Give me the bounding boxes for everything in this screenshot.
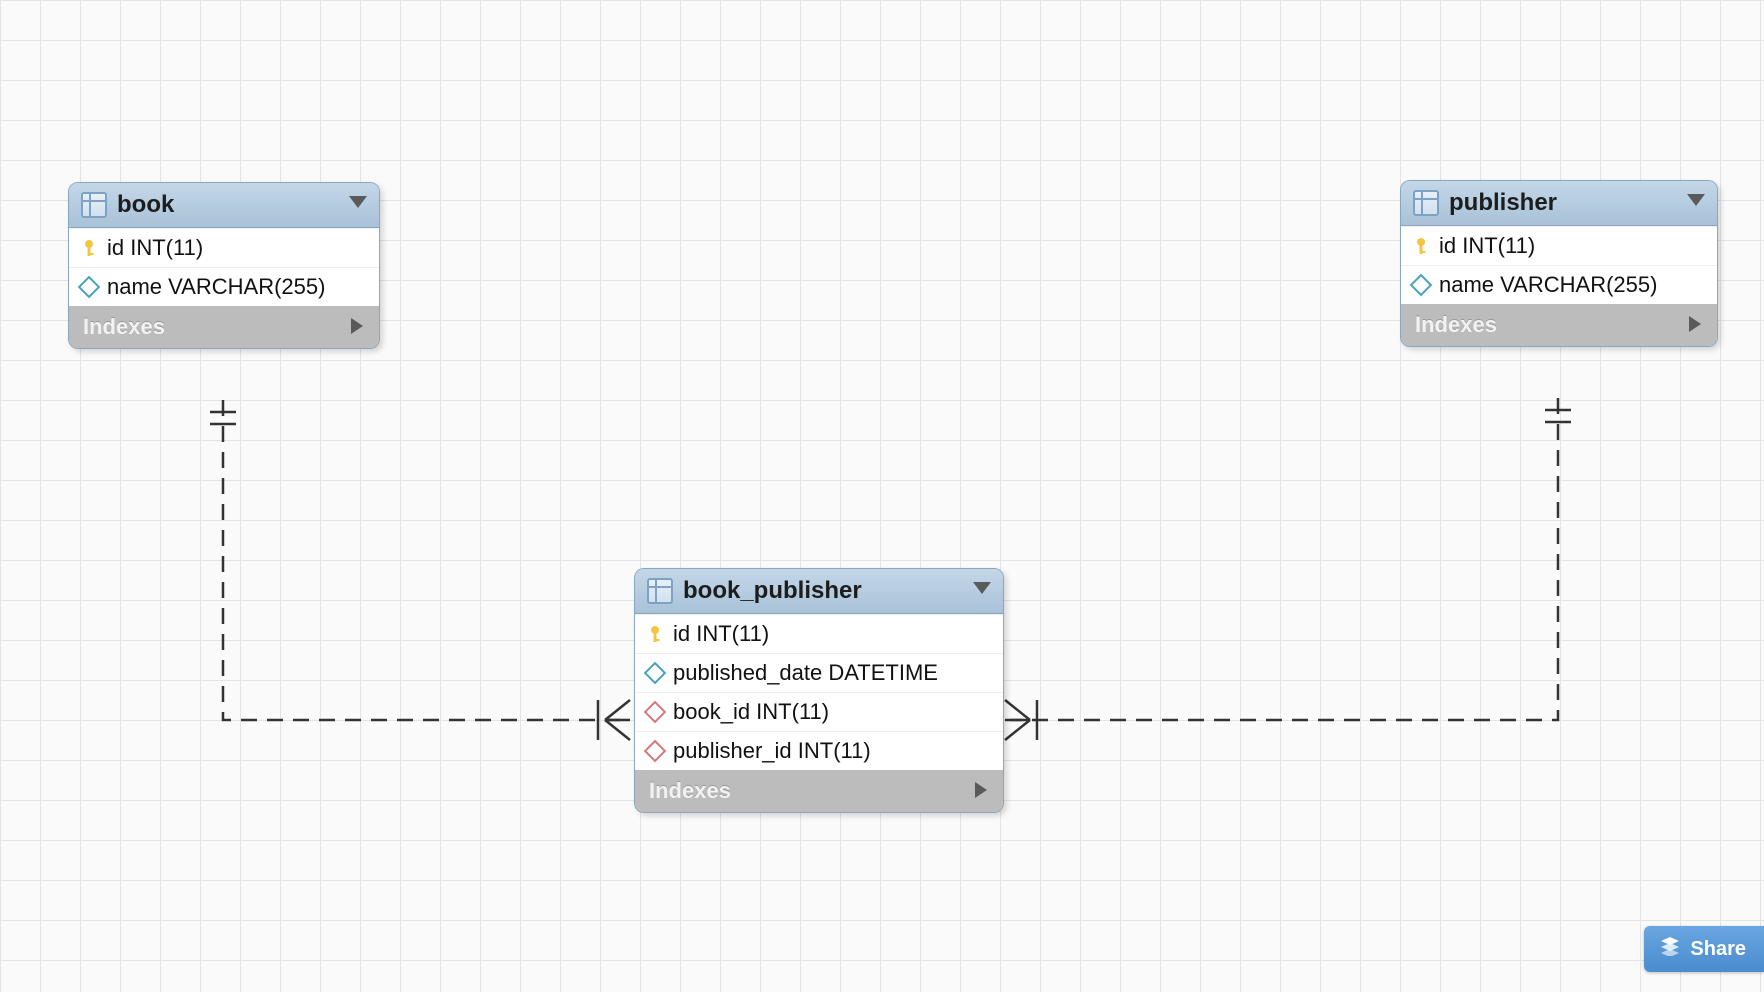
indexes-section[interactable]: Indexes (1401, 304, 1717, 346)
table-header[interactable]: book (69, 183, 379, 228)
primary-key-icon (1413, 238, 1429, 254)
table-title: book_publisher (683, 577, 963, 605)
column-row[interactable]: id INT(11) (635, 614, 1003, 653)
column-label: id INT(11) (1439, 233, 1535, 259)
column-row[interactable]: name VARCHAR(255) (1401, 265, 1717, 304)
chevron-right-icon (351, 314, 365, 340)
share-label: Share (1690, 938, 1746, 961)
primary-key-icon (647, 626, 663, 642)
table-icon (81, 192, 107, 218)
table-title: book (117, 191, 339, 219)
column-row[interactable]: name VARCHAR(255) (69, 267, 379, 306)
column-row[interactable]: id INT(11) (69, 228, 379, 267)
column-row[interactable]: published_date DATETIME (635, 653, 1003, 692)
indexes-label: Indexes (1415, 312, 1497, 338)
chevron-right-icon (1689, 312, 1703, 338)
indexes-label: Indexes (649, 778, 731, 804)
column-label: id INT(11) (107, 235, 203, 261)
table-book-publisher[interactable]: book_publisher id INT(11) published_date… (634, 568, 1004, 813)
relationship-lines (0, 0, 1764, 992)
table-header[interactable]: publisher (1401, 181, 1717, 226)
chevron-right-icon (975, 778, 989, 804)
column-label: publisher_id INT(11) (673, 738, 871, 764)
foreign-key-icon (647, 704, 663, 720)
column-icon (1413, 277, 1429, 293)
table-book[interactable]: book id INT(11) name VARCHAR(255) Indexe… (68, 182, 380, 349)
primary-key-icon (81, 240, 97, 256)
column-label: id INT(11) (673, 621, 769, 647)
chevron-down-icon[interactable] (1687, 194, 1705, 213)
table-title: publisher (1449, 189, 1677, 217)
table-publisher[interactable]: publisher id INT(11) name VARCHAR(255) I… (1400, 180, 1718, 347)
column-icon (647, 665, 663, 681)
column-row[interactable]: publisher_id INT(11) (635, 731, 1003, 770)
table-header[interactable]: book_publisher (635, 569, 1003, 614)
share-button[interactable]: Share (1644, 926, 1764, 972)
column-row[interactable]: id INT(11) (1401, 226, 1717, 265)
chevron-down-icon[interactable] (349, 196, 367, 215)
foreign-key-icon (647, 743, 663, 759)
column-icon (81, 279, 97, 295)
column-row[interactable]: book_id INT(11) (635, 692, 1003, 731)
indexes-section[interactable]: Indexes (635, 770, 1003, 812)
chevron-down-icon[interactable] (973, 582, 991, 601)
layers-icon (1660, 936, 1680, 962)
diagram-canvas[interactable]: book id INT(11) name VARCHAR(255) Indexe… (0, 0, 1764, 992)
column-label: published_date DATETIME (673, 660, 938, 686)
column-label: name VARCHAR(255) (1439, 272, 1657, 298)
indexes-section[interactable]: Indexes (69, 306, 379, 348)
table-icon (1413, 190, 1439, 216)
column-label: name VARCHAR(255) (107, 274, 325, 300)
table-icon (647, 578, 673, 604)
indexes-label: Indexes (83, 314, 165, 340)
column-label: book_id INT(11) (673, 699, 829, 725)
